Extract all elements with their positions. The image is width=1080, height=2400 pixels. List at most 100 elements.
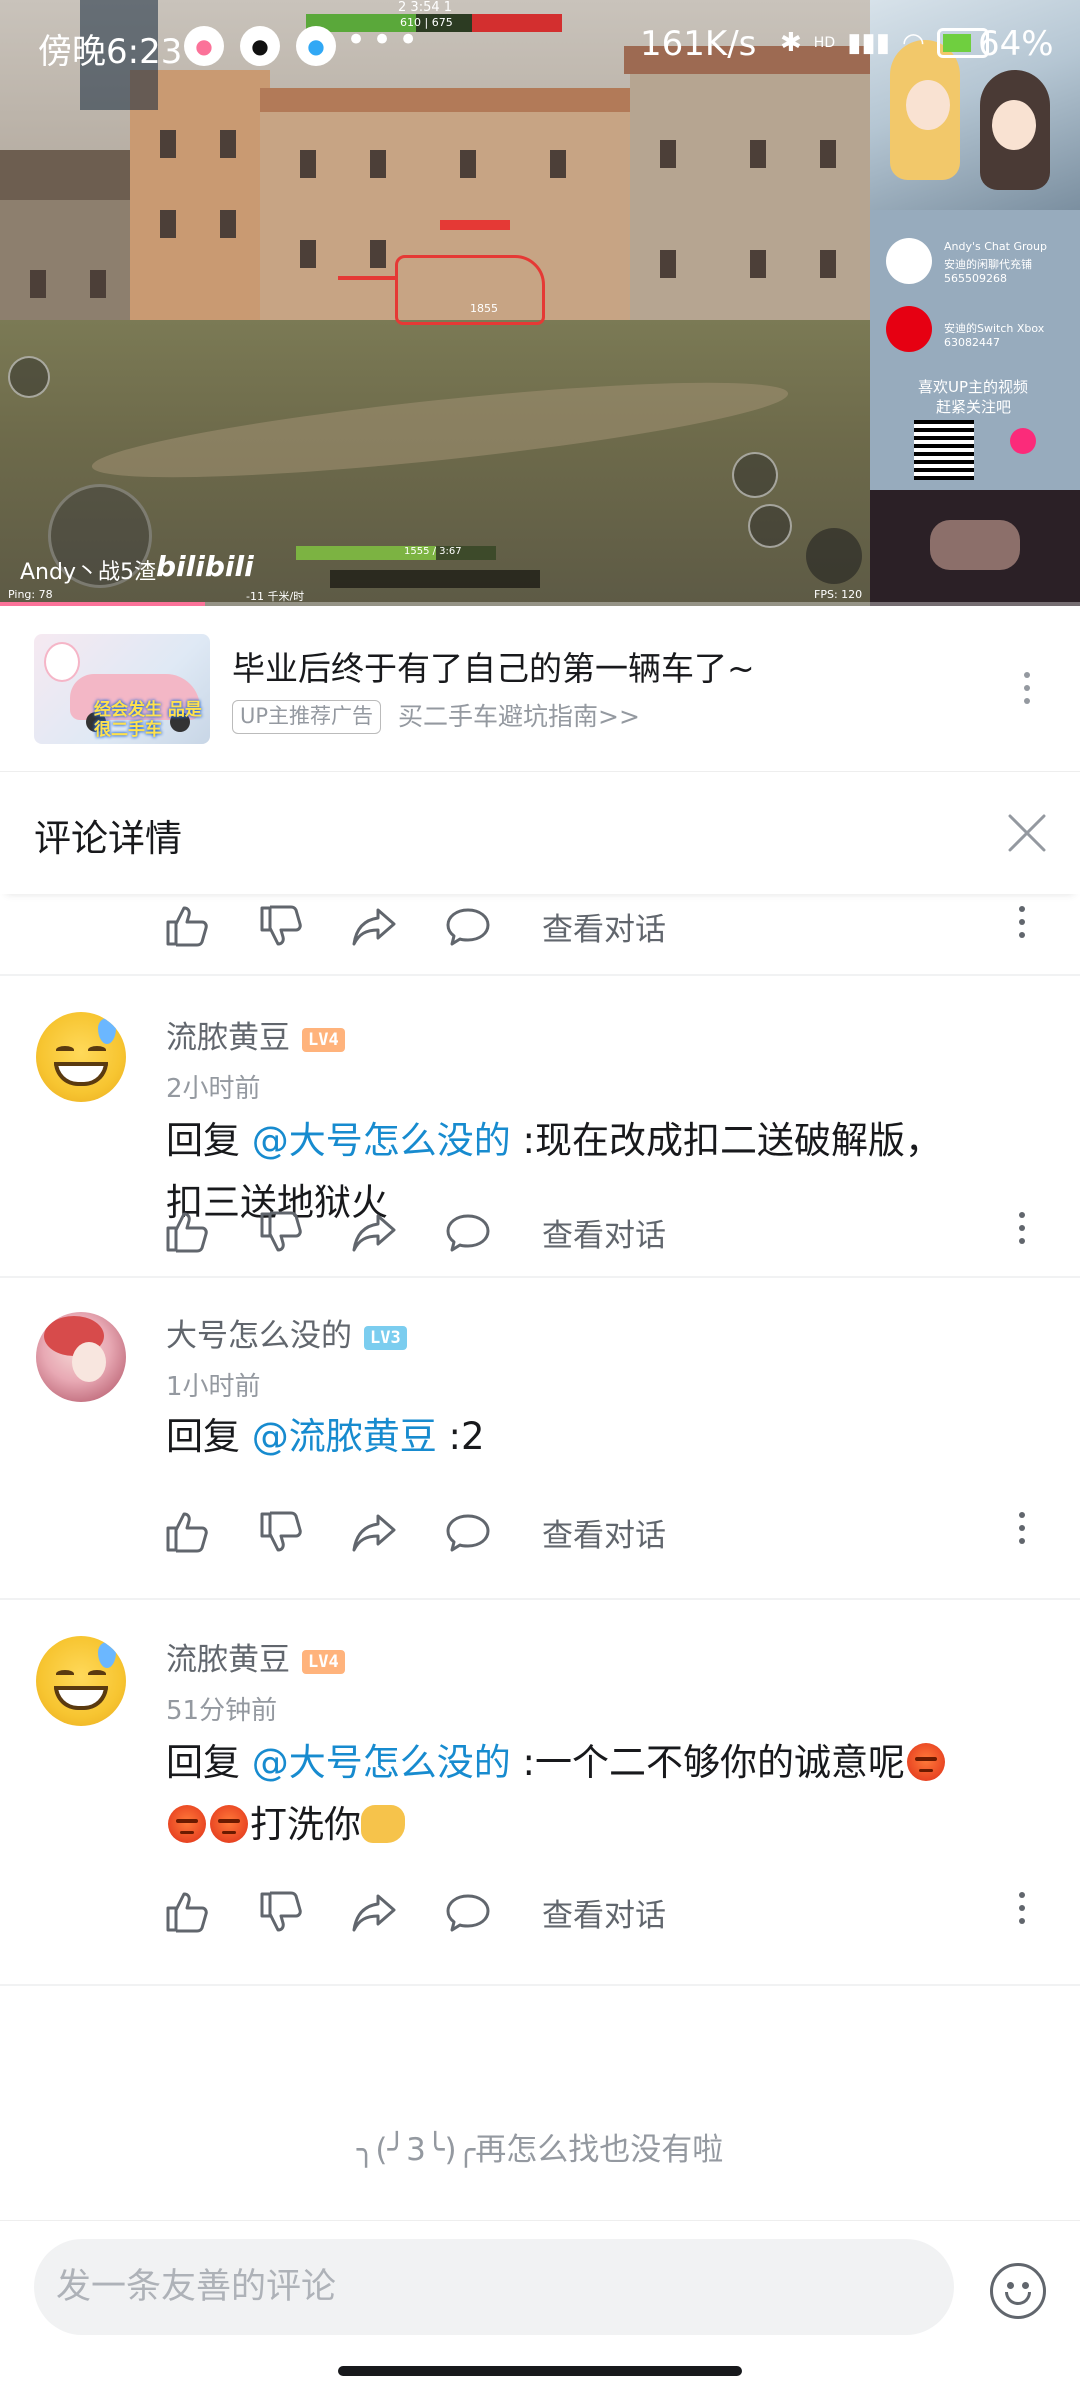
comment-text-part: 打洗你: [250, 1803, 361, 1846]
username-text[interactable]: 大号怎么没的: [166, 1318, 352, 1354]
switch-logo-icon: [886, 306, 932, 352]
dislike-icon[interactable]: [256, 902, 304, 950]
view-conversation-link[interactable]: 查看对话: [542, 1890, 666, 1935]
ad-thumbnail[interactable]: 经会发生 品是很二手车: [34, 634, 210, 744]
comment-detail-header: 评论详情: [0, 772, 1080, 894]
video-scene-building: [130, 70, 270, 340]
like-icon[interactable]: [162, 1208, 210, 1256]
comment-input[interactable]: [34, 2239, 954, 2335]
comment-text-part: :2: [436, 1415, 485, 1458]
comment-more-icon[interactable]: [1014, 1212, 1030, 1252]
panel-text: 喜欢UP主的视频: [918, 378, 1029, 396]
share-icon[interactable]: [350, 1208, 398, 1256]
reply-prefix: 回复: [166, 1741, 252, 1784]
comment-time: 1小时前: [166, 1372, 261, 1402]
panel-text: Andy's Chat Group: [944, 240, 1047, 253]
ammo-bar: [330, 570, 540, 588]
reply-icon[interactable]: [444, 1208, 492, 1256]
level-badge: LV4: [302, 1028, 345, 1052]
comment-text-part: :现在改成扣二送破解版，: [510, 1119, 942, 1162]
dislike-icon[interactable]: [256, 1508, 304, 1556]
mention-link[interactable]: @流脓黄豆: [252, 1415, 437, 1458]
enemy-hp-bar: [440, 220, 510, 230]
comment-more-icon[interactable]: [1014, 1892, 1030, 1932]
reply-prefix: 回复: [166, 1415, 252, 1458]
reply-icon[interactable]: [444, 902, 492, 950]
comment-username[interactable]: 流脓黄豆 LV4: [166, 1634, 345, 1679]
divider: [0, 1984, 1080, 1986]
panel-text: 赶紧关注吧: [936, 398, 1012, 416]
comment-text-part: :一个二不够你的诚意呢: [510, 1741, 905, 1784]
reply-icon[interactable]: [444, 1508, 492, 1556]
video-player[interactable]: 1855 2 3:54 1 610 | 675 1555 / 3:67 Ping…: [0, 0, 1080, 606]
avatar-sweat-smile[interactable]: [36, 1636, 126, 1726]
wifi-icon: ◠: [902, 28, 925, 58]
bluetooth-icon: ✱: [780, 28, 802, 58]
close-icon[interactable]: [1002, 808, 1052, 858]
share-icon[interactable]: [350, 902, 398, 950]
uploader-watermark: Andy丶战5渣: [20, 560, 156, 585]
recommended-ad[interactable]: 经会发生 品是很二手车 毕业后终于有了自己的第一辆车了~ UP主推荐广告 买二手…: [0, 606, 1080, 772]
reply-icon[interactable]: [444, 1888, 492, 1936]
hud-camera-button: [8, 356, 50, 398]
view-conversation-link[interactable]: 查看对话: [542, 1510, 666, 1555]
comment-actions: 查看对话: [0, 894, 1080, 964]
username-text[interactable]: 流脓黄豆: [166, 1642, 290, 1678]
comment-list[interactable]: 查看对话 流脓黄豆 LV4 2小时前 回复 @大号怎么没的 :现在改成扣二送破解版…: [0, 894, 1080, 2220]
comment-actions: 查看对话: [0, 1200, 1080, 1270]
dislike-icon[interactable]: [256, 1888, 304, 1936]
angry-emoji-icon: [210, 1805, 248, 1843]
tank-hp-label: 1855: [470, 302, 498, 315]
hud-aim-button: [732, 452, 778, 498]
comment-time: 51分钟前: [166, 1696, 278, 1726]
fist-emoji-icon: [361, 1805, 405, 1843]
bilibili-pink-logo-icon: [1010, 428, 1036, 454]
ad-more-icon[interactable]: [1014, 672, 1040, 712]
angry-emoji-icon: [907, 1743, 945, 1781]
comment-actions: 查看对话: [0, 1500, 1080, 1570]
avatar-sweat-smile[interactable]: [36, 1012, 126, 1102]
hd-label: HD: [813, 35, 836, 51]
dislike-icon[interactable]: [256, 1208, 304, 1256]
mention-link[interactable]: @大号怎么没的: [252, 1741, 511, 1784]
network-speed: 161K/s: [640, 24, 757, 64]
like-icon[interactable]: [162, 1508, 210, 1556]
home-indicator[interactable]: [338, 2366, 742, 2376]
player-hp-bar: [296, 546, 496, 560]
ad-subtitle[interactable]: 买二手车避坑指南>>: [398, 700, 640, 734]
comment-item: 大号怎么没的 LV3 1小时前 回复 @流脓黄豆 :2 查看对话: [0, 1278, 1080, 1578]
qq-icon: ●: [240, 26, 280, 66]
hud-target-button: [748, 504, 792, 548]
end-of-list-note: ╮(╯3╰)╭再怎么找也没有啦: [356, 2132, 724, 2168]
bilibili-watermark: bilibili: [156, 550, 254, 583]
comment-username[interactable]: 大号怎么没的 LV3: [166, 1310, 407, 1355]
comment-text[interactable]: 回复 @流脓黄豆 :2: [166, 1406, 1046, 1468]
comment-more-icon[interactable]: [1014, 1512, 1030, 1552]
mention-link[interactable]: @大号怎么没的: [252, 1119, 511, 1162]
view-conversation-link[interactable]: 查看对话: [542, 904, 666, 949]
comment-item: 流脓黄豆 LV4 2小时前 回复 @大号怎么没的 :现在改成扣二送破解版， 扣三送…: [0, 976, 1080, 1276]
more-notifications-icon: •••: [346, 20, 425, 60]
app-notification-icon: ●: [296, 26, 336, 66]
comment-text[interactable]: 回复 @大号怎么没的 :一个二不够你的诚意呢 打洗你: [166, 1732, 1046, 1856]
panel-text: 安迪的Switch Xbox: [944, 322, 1045, 335]
share-icon[interactable]: [350, 1508, 398, 1556]
status-bar: 傍晚6:23 ● ● ● ••• 161K/s ✱ HD ▮▮▮ ◠ 64%: [0, 0, 1080, 96]
view-conversation-link[interactable]: 查看对话: [542, 1210, 666, 1255]
ad-title[interactable]: 毕业后终于有了自己的第一辆车了~: [232, 642, 755, 690]
panel-text: 565509268: [944, 272, 1007, 285]
ad-badge: UP主推荐广告: [232, 700, 382, 734]
username-text[interactable]: 流脓黄豆: [166, 1020, 290, 1056]
like-icon[interactable]: [162, 1888, 210, 1936]
signal-icon: ▮▮▮: [847, 28, 891, 58]
like-icon[interactable]: [162, 902, 210, 950]
ping-label: Ping: 78: [8, 588, 53, 601]
panel-text: 安迪的闲聊代充铺: [944, 258, 1032, 271]
comment-username[interactable]: 流脓黄豆 LV4: [166, 1012, 345, 1057]
share-icon[interactable]: [350, 1888, 398, 1936]
avatar-anime-girl[interactable]: [36, 1312, 126, 1402]
comment-more-icon[interactable]: [1014, 906, 1030, 946]
bilibili-app-icon: ●: [184, 26, 224, 66]
emoji-icon[interactable]: [990, 2263, 1046, 2319]
panel-text: 63082447: [944, 336, 1000, 349]
